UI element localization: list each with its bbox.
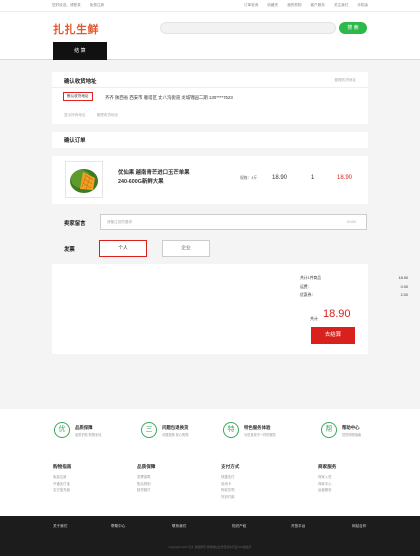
product-quantity: 1 (311, 175, 315, 181)
summary-row-shipping: 运费： 0.00 (300, 285, 408, 290)
seller-message-label: 卖家留言 (64, 221, 86, 227)
service-desc: 问题退换 放心购物 (162, 433, 189, 437)
top-bar: 您好欢迎，请登录 免费注册 订单查询 收藏夹 我的购物 客户服务 关注我们 手机… (0, 0, 420, 12)
invoice-company-option[interactable]: 企业 (162, 240, 210, 257)
summary-label: 优惠券： (300, 293, 316, 297)
product-image[interactable] (65, 161, 103, 198)
address-text[interactable]: 齐齐 陕西省 西安市 雁塔区 丈八沟街道 龙城锦园二期 130****7523 (105, 95, 233, 101)
service-desc: 您的购物指南 (342, 433, 362, 437)
summary-label: 共计1件商品 (300, 276, 322, 280)
link-column-payment: 支付方式 快捷支付 信用卡 蚂蚁花呗 货到付款 (221, 464, 239, 500)
column-title: 商家服务 (318, 464, 337, 469)
link-column-guide: 购物指南 免费注册 开通支付宝 支付宝充值 (53, 464, 71, 494)
seller-message-input[interactable]: 请备注您的要求 0/100 (100, 214, 367, 230)
footer-nav-open-platform[interactable]: 开放平台 (291, 524, 305, 529)
search-button[interactable]: 搜 索 (339, 22, 367, 34)
login-link[interactable]: 您好欢迎，请登录 (52, 3, 81, 7)
link-column-merchant: 商家服务 商家入驻 商家中心 运营服务 (318, 464, 336, 494)
product-spec: 规格：4斤 (240, 176, 258, 180)
manage-address-link-bottom[interactable]: 管理收货地址 (97, 113, 119, 117)
show-all-addresses-link[interactable]: 显示所有地址 (64, 113, 86, 117)
register-link[interactable]: 免费注册 (90, 3, 104, 7)
product-name[interactable]: 优仙果 越南青芒进口玉芒单果240-600G新鲜大果 (118, 169, 200, 187)
manage-address-link[interactable]: 管理收货地址 (334, 78, 356, 83)
summary-row-coupon: 优惠券： 2.00 (300, 293, 408, 298)
divider (52, 87, 368, 88)
footer-link[interactable]: 缺货赔付 (137, 487, 155, 494)
special-icon: 特 (223, 422, 239, 438)
order-title: 确认订单 (64, 138, 86, 144)
service-strip: 优 品质保障 品质护航 购物无忧 三 问题包退换货 问题退换 放心购物 特 特色… (0, 409, 420, 456)
site-logo[interactable]: 扎扎生鲜 (53, 21, 99, 37)
order-item-row: 优仙果 越南青芒进口玉芒单果240-600G新鲜大果 规格：4斤 18.90 1… (52, 156, 368, 204)
step-checkout: 结 算 (53, 42, 107, 60)
summary-value: 0.00 (400, 285, 408, 289)
order-header-panel: 确认订单 (52, 132, 368, 148)
total-amount: 18.90 (323, 308, 351, 320)
order-summary-panel: 共计1件商品 18.90 运费： 0.00 优惠券： 2.00 共计 18.90… (52, 264, 408, 354)
footer-nav-help[interactable]: 帮助中心 (111, 524, 125, 529)
invoice-personal-option[interactable]: 个人 (99, 240, 147, 257)
product-subtotal: 18.90 (337, 175, 353, 181)
checkout-button[interactable]: 去结算 (311, 327, 355, 344)
copyright: Copyright 2017 扎扎 版权所有 增值电信业务经营许可证 ICP备案… (168, 545, 252, 549)
message-placeholder: 请备注您的要求 (107, 220, 133, 224)
checkout-steps: 结 算 (0, 42, 420, 60)
summary-value: 2.00 (400, 293, 408, 297)
follow-us-link[interactable]: 关注我们 (334, 3, 348, 7)
service-desc: 品质护航 购物无忧 (75, 433, 102, 437)
address-title: 确认收货地址 (64, 79, 97, 85)
invoice-label: 发票 (64, 247, 75, 253)
help-icon: 帮 (321, 422, 337, 438)
address-panel: 确认收货地址 管理收货地址 默认收货地址 齐齐 陕西省 西安市 雁塔区 丈八沟街… (52, 72, 368, 124)
footer: 关于我们 帮助中心 联系我们 知识产权 开放平台 网站合作 Copyright … (0, 516, 420, 556)
footer-nav-cooperation[interactable]: 网站合作 (352, 524, 366, 529)
quality-icon: 优 (54, 422, 70, 438)
footer-links: 购物指南 免费注册 开通支付宝 支付宝充值 品质保障 发票保障 售后规则 缺货赔… (0, 456, 420, 516)
footer-link[interactable]: 运营服务 (318, 487, 336, 494)
total-label: 共计 (310, 316, 318, 321)
favorites-link[interactable]: 收藏夹 (267, 3, 278, 7)
product-price: 18.90 (272, 175, 288, 181)
service-title: 问题包退换货 (162, 425, 189, 430)
customer-service-link[interactable]: 客户服务 (310, 3, 324, 7)
returns-icon: 三 (141, 422, 157, 438)
mobile-link[interactable]: 手机版 (357, 3, 368, 7)
summary-row-items: 共计1件商品 18.90 (300, 276, 408, 281)
column-title: 购物指南 (53, 464, 72, 469)
service-desc: 为您呈现不一样的服务 (244, 433, 276, 437)
footer-link[interactable]: 货到付款 (221, 494, 239, 501)
link-column-quality: 品质保障 发票保障 售后规则 缺货赔付 (137, 464, 155, 494)
column-title: 支付方式 (221, 464, 240, 469)
message-char-count: 0/100 (347, 220, 356, 224)
order-query-link[interactable]: 订单查询 (244, 3, 258, 7)
summary-value: 18.90 (398, 276, 408, 280)
column-title: 品质保障 (137, 464, 156, 469)
footer-nav-ip[interactable]: 知识产权 (232, 524, 246, 529)
my-shopping-link[interactable]: 我的购物 (287, 3, 301, 7)
summary-label: 运费： (300, 285, 312, 289)
footer-link[interactable]: 支付宝充值 (53, 487, 71, 494)
footer-nav-contact[interactable]: 联系我们 (172, 524, 186, 529)
search-input[interactable] (160, 22, 336, 34)
service-title: 帮助中心 (342, 425, 360, 430)
default-address-tag: 默认收货地址 (63, 92, 93, 101)
footer-nav-about[interactable]: 关于我们 (53, 524, 67, 529)
service-title: 品质保障 (75, 425, 93, 430)
service-title: 特色服务体验 (244, 425, 271, 430)
